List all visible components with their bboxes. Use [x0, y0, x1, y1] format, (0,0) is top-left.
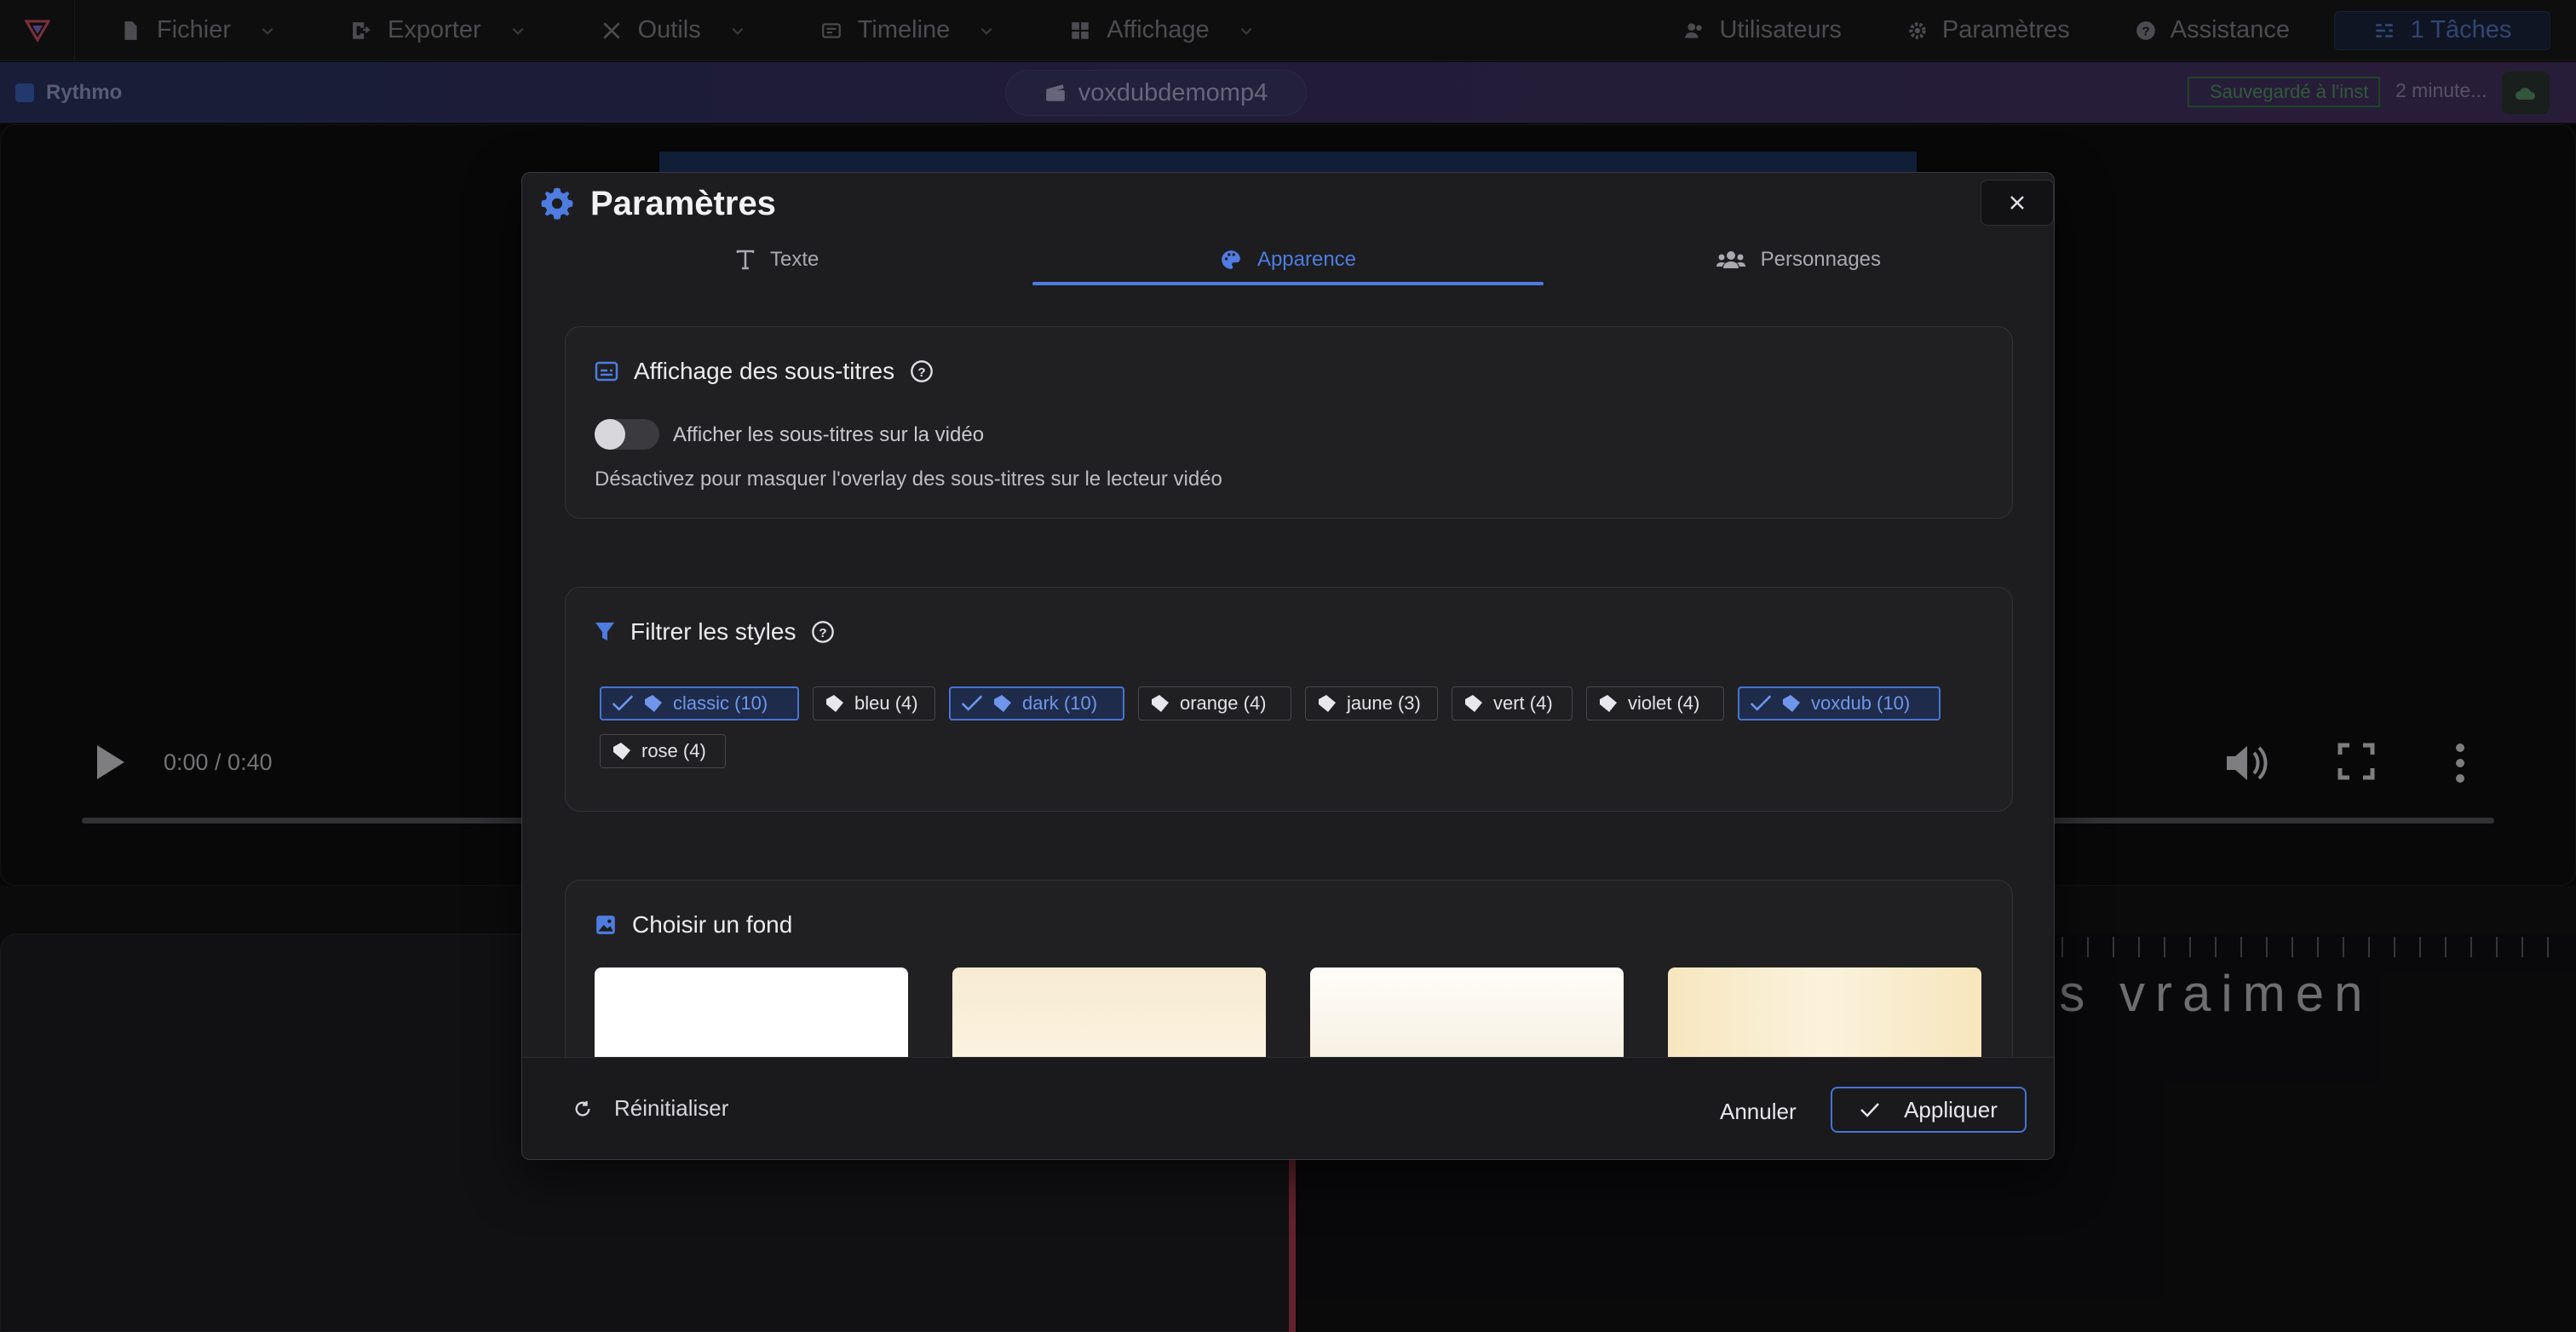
- subtitles-card: Affichage des sous-titres ? Afficher les…: [565, 326, 2013, 519]
- tags-icon: [1465, 695, 1482, 712]
- chip-label: vert (4): [1493, 692, 1553, 714]
- users-icon: [1716, 251, 1745, 268]
- chip-label: orange (4): [1180, 692, 1267, 714]
- image-icon: [596, 916, 615, 934]
- subtitles-icon: [595, 361, 618, 382]
- chip-label: dark (10): [1022, 692, 1098, 714]
- settings-tabs: Texte Apparence Personnages: [522, 234, 2054, 285]
- chip-violet[interactable]: violet (4): [1586, 686, 1724, 721]
- tags-icon: [645, 695, 662, 712]
- subtitles-toggle[interactable]: [595, 419, 659, 450]
- toggle-label: Afficher les sous-titres sur la vidéo: [673, 423, 985, 446]
- help-icon[interactable]: ?: [811, 620, 835, 644]
- chip-dark[interactable]: dark (10): [949, 686, 1124, 721]
- card-header: Filtrer les styles ?: [595, 618, 835, 646]
- apply-label: Appliquer: [1904, 1096, 1998, 1122]
- palette-icon: [1222, 250, 1240, 269]
- chip-label: classic (10): [673, 692, 768, 714]
- checkmark-icon: [961, 695, 983, 711]
- refresh-icon: [575, 1100, 590, 1116]
- close-icon: [2010, 196, 2024, 210]
- tab-label: Apparence: [1256, 248, 1357, 271]
- chip-label: bleu (4): [854, 692, 918, 714]
- tags-icon: [1319, 695, 1336, 712]
- dialog-header: Paramètres: [522, 173, 2054, 234]
- reset-label: Réinitialiser: [614, 1095, 729, 1121]
- card-header: Choisir un fond: [595, 911, 792, 939]
- text-icon: [736, 250, 755, 270]
- toggle-hint: Désactivez pour masquer l'overlay des so…: [595, 468, 1222, 491]
- tab-label: Texte: [769, 248, 819, 271]
- tags-icon: [613, 743, 630, 760]
- checkmark-icon: [612, 695, 634, 711]
- checkmark-icon: [1750, 695, 1772, 711]
- dialog-footer: Réinitialiser Annuler Appliquer: [522, 1057, 2054, 1159]
- chip-label: rose (4): [641, 740, 706, 761]
- chip-label: voxdub (10): [1811, 692, 1911, 714]
- chip-label: violet (4): [1628, 692, 1700, 714]
- chip-jaune[interactable]: jaune (3): [1305, 686, 1438, 721]
- settings-dialog: Paramètres Texte Apparence Personnages A…: [521, 172, 2055, 1160]
- cancel-button[interactable]: Annuler: [1720, 1099, 1797, 1125]
- tags-icon: [1152, 695, 1169, 712]
- checkmark-icon: [1860, 1103, 1879, 1117]
- chip-label: jaune (3): [1347, 692, 1421, 714]
- tab-apparence[interactable]: Apparence: [1032, 234, 1544, 285]
- card-title: Filtrer les styles: [630, 618, 796, 645]
- help-icon[interactable]: ?: [910, 359, 934, 383]
- chip-bleu[interactable]: bleu (4): [813, 686, 935, 721]
- background-swatch-1[interactable]: [595, 967, 908, 1057]
- tab-texte[interactable]: Texte: [522, 234, 1032, 285]
- chip-vert[interactable]: vert (4): [1452, 686, 1573, 721]
- chip-rose[interactable]: rose (4): [600, 734, 726, 768]
- background-swatch-3[interactable]: [1310, 967, 1624, 1057]
- chip-orange[interactable]: orange (4): [1138, 686, 1291, 721]
- background-swatch-2[interactable]: [952, 967, 1266, 1057]
- dialog-title: Paramètres: [590, 184, 776, 222]
- dialog-body[interactable]: Affichage des sous-titres ? Afficher les…: [522, 287, 2054, 1057]
- background-swatch-4[interactable]: [1668, 967, 1981, 1057]
- card-title: Affichage des sous-titres: [634, 358, 895, 384]
- tags-icon: [1600, 695, 1617, 712]
- chip-voxdub[interactable]: voxdub (10): [1738, 686, 1941, 721]
- tags-icon: [994, 695, 1011, 712]
- toggle-knob: [595, 419, 625, 450]
- svg-text:?: ?: [819, 626, 827, 640]
- card-header: Affichage des sous-titres ?: [595, 358, 934, 385]
- card-title: Choisir un fond: [632, 911, 793, 938]
- svg-text:?: ?: [917, 365, 925, 380]
- chip-classic[interactable]: classic (10): [600, 686, 799, 721]
- tab-label: Personnages: [1760, 248, 1882, 271]
- filter-styles-card: Filtrer les styles ? classic (10) bleu (…: [565, 587, 2013, 812]
- gear-icon: [541, 187, 573, 220]
- filter-icon: [595, 623, 614, 640]
- apply-button[interactable]: Appliquer: [1831, 1087, 2027, 1133]
- tags-icon: [1783, 695, 1800, 712]
- tags-icon: [826, 695, 843, 712]
- close-button[interactable]: [1981, 180, 2054, 226]
- background-card: Choisir un fond: [565, 880, 2013, 1057]
- tab-personnages[interactable]: Personnages: [1544, 234, 2054, 285]
- reset-button[interactable]: Réinitialiser: [573, 1095, 728, 1122]
